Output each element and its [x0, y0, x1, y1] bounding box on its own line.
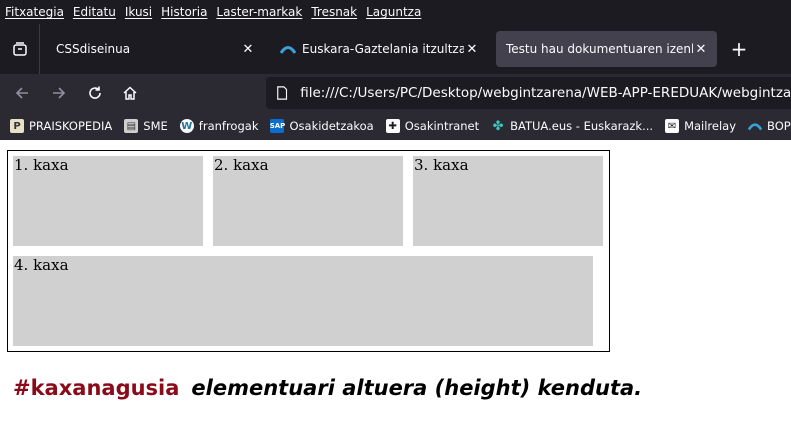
explanation-note: #kaxanagusia elementuari altuera (height)… [13, 376, 642, 400]
bookmark-sme[interactable]: ▤ SME [124, 119, 168, 133]
forward-button[interactable] [47, 81, 71, 105]
menu-bookmarks[interactable]: Laster-markak [216, 5, 302, 19]
bookmarks-bar: P PRAISKOPEDIA ▤ SME W franfrogak SAP Os… [0, 112, 791, 140]
page-icon [277, 86, 288, 100]
menu-edit[interactable]: Editatu [73, 5, 116, 19]
bookmark-label: Mailrelay [684, 119, 737, 133]
tab-title: Euskara-Gaztelania itzultzaile automatik… [302, 42, 464, 56]
selector-name: #kaxanagusia [13, 376, 180, 400]
batua-icon: ✤ [492, 118, 504, 134]
menu-view[interactable]: Ikusi [125, 5, 152, 19]
tab-euskara-gaztelania[interactable]: Euskara-Gaztelania itzultzaile automatik… [272, 31, 488, 67]
tab-strip: CSSdiseinua ✕ Euskara-Gaztelania itzultz… [0, 24, 791, 74]
main-box-container: 1. kaxa 2. kaxa 3. kaxa 4. kaxa [7, 150, 610, 352]
translator-favicon-icon [280, 46, 296, 54]
bookmark-label: BOPV [767, 119, 791, 133]
box-1: 1. kaxa [13, 156, 203, 246]
film-icon: ▤ [124, 119, 139, 133]
close-icon[interactable]: ✕ [464, 42, 480, 57]
menu-history[interactable]: Historia [161, 5, 207, 19]
bookmark-franfrogak[interactable]: W franfrogak [179, 119, 259, 133]
box-2: 2. kaxa [213, 156, 403, 246]
bookmark-osakidetzakoa[interactable]: SAP Osakidetzakoa [270, 119, 374, 133]
bookmark-label: Osakintranet [404, 119, 480, 133]
bookmark-praiskopedia[interactable]: P PRAISKOPEDIA [10, 119, 112, 133]
home-icon [123, 86, 137, 100]
reload-icon [89, 86, 101, 99]
bookmark-bopv[interactable]: BOPV [748, 119, 791, 133]
arrow-left-icon [15, 87, 28, 99]
tab-title: Testu hau dokumentuaren izenburua da [506, 42, 693, 56]
navigation-bar: file:///C:/Users/PC/Desktop/webgintzaren… [0, 74, 791, 112]
bookmark-mailrelay[interactable]: ✉ Mailrelay [665, 119, 736, 133]
praiskopedia-icon: P [10, 119, 24, 133]
tab-cssdiseinua[interactable]: CSSdiseinua ✕ [44, 31, 264, 67]
close-icon[interactable]: ✕ [240, 42, 256, 57]
wordpress-icon: W [179, 119, 194, 133]
bookmark-batua[interactable]: ✤ BATUA.eus - Euskarazk... [491, 118, 654, 134]
mail-icon: ✉ [665, 119, 680, 133]
new-tab-button[interactable]: + [728, 38, 750, 60]
tab-overview-button[interactable] [0, 24, 40, 74]
reload-button[interactable] [83, 81, 107, 105]
bookmark-label: SME [143, 119, 168, 133]
bookmark-label: PRAISKOPEDIA [29, 119, 113, 133]
home-button[interactable] [118, 81, 142, 105]
close-icon[interactable]: ✕ [693, 42, 709, 57]
arrow-right-icon [53, 87, 66, 99]
bookmark-label: franfrogak [198, 119, 259, 133]
url-text: file:///C:/Users/PC/Desktop/webgintzaren… [300, 85, 791, 101]
menu-help[interactable]: Laguntza [366, 5, 421, 19]
menu-file[interactable]: Fitxategia [5, 5, 64, 19]
bookmark-label: BATUA.eus - Euskarazk... [510, 119, 654, 133]
back-button[interactable] [10, 81, 34, 105]
osakidetza-icon: ✚ [385, 119, 400, 133]
box-4: 4. kaxa [13, 256, 593, 346]
bopv-icon [748, 123, 763, 131]
page-content: 1. kaxa 2. kaxa 3. kaxa 4. kaxa #kaxanag… [0, 140, 791, 428]
bookmark-osakintranet[interactable]: ✚ Osakintranet [385, 119, 480, 133]
tab-active-document[interactable]: Testu hau dokumentuaren izenburua da ✕ [496, 31, 717, 67]
menu-bar: Fitxategia Editatu Ikusi Historia Laster… [0, 0, 791, 24]
tab-overview-icon [12, 42, 27, 56]
tab-title: CSSdiseinua [56, 42, 131, 56]
sap-icon: SAP [270, 119, 285, 133]
menu-tools[interactable]: Tresnak [311, 5, 357, 19]
address-bar[interactable]: file:///C:/Users/PC/Desktop/webgintzaren… [266, 77, 791, 109]
bookmark-label: Osakidetzakoa [289, 119, 374, 133]
note-text: elementuari altuera (height) kenduta. [191, 376, 643, 400]
box-3: 3. kaxa [413, 156, 603, 246]
